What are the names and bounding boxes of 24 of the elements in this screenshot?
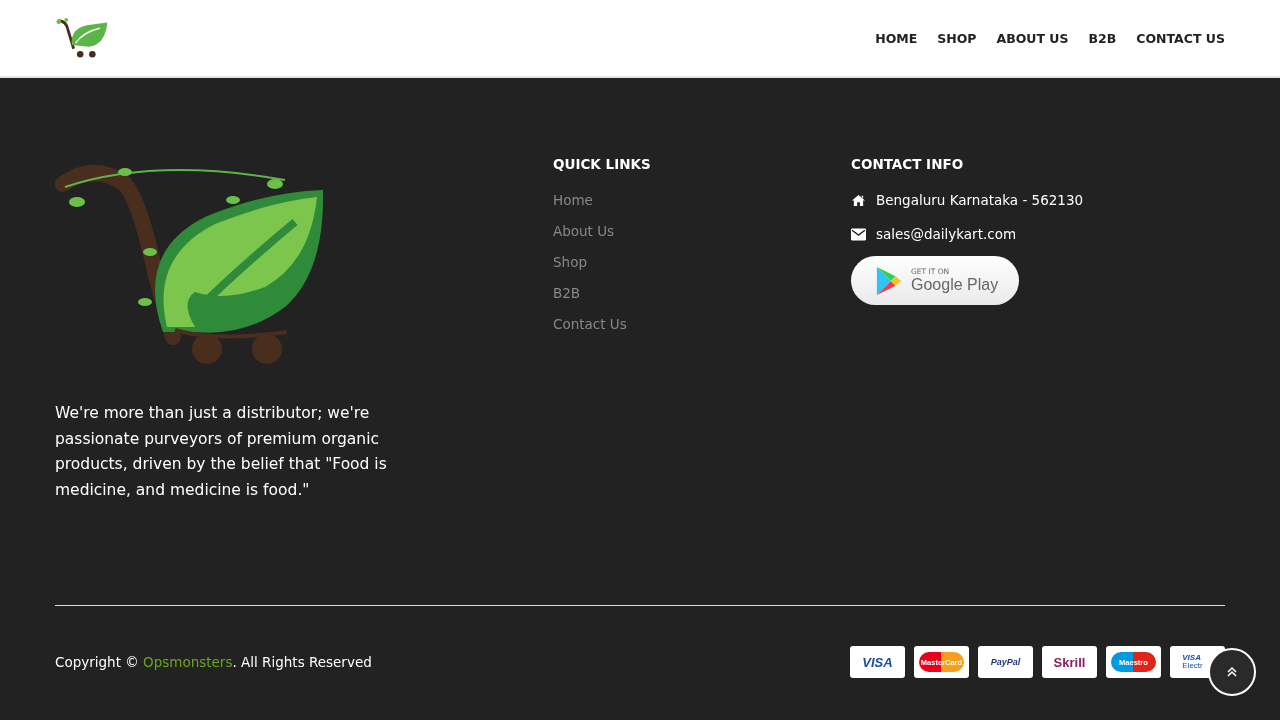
footer-link[interactable]: B2B bbox=[553, 285, 581, 301]
scroll-top-button[interactable] bbox=[1208, 648, 1256, 696]
email-text: sales@dailykart.com bbox=[876, 226, 1017, 242]
nav-link[interactable]: ABOUT US bbox=[996, 30, 1069, 46]
nav-link[interactable]: SHOP bbox=[937, 30, 977, 46]
payment-card: PayPal bbox=[978, 646, 1033, 678]
nav-link[interactable]: CONTACT US bbox=[1136, 30, 1225, 46]
copyright-text: Copyright © Opsmonsters. All Rights Reserved bbox=[55, 654, 372, 670]
home-icon bbox=[851, 193, 866, 207]
footer-link[interactable]: Home bbox=[553, 192, 593, 208]
section-heading: CONTACT INFO bbox=[851, 156, 964, 172]
section-heading: QUICK LINKS bbox=[553, 156, 651, 172]
nav-link[interactable]: HOME bbox=[875, 30, 918, 46]
nav-link[interactable]: B2B bbox=[1088, 30, 1117, 46]
about-text: We're more than just a distributor; we're passionate purveyors of premium organic products, driven by the belief that "Food is medicine, and medicine is food." bbox=[55, 403, 388, 501]
footer-link[interactable]: Shop bbox=[553, 254, 587, 270]
payment-card: VISA bbox=[850, 646, 905, 678]
address-text: Bengaluru Karnataka - 562130 bbox=[876, 192, 1084, 208]
footer-link[interactable]: Contact Us bbox=[553, 316, 627, 332]
footer-link[interactable]: About Us bbox=[553, 223, 615, 239]
envelope-icon bbox=[851, 227, 866, 241]
payment-card: Skrill bbox=[1042, 646, 1097, 678]
company-link[interactable]: Opsmonsters bbox=[143, 654, 233, 670]
chevrons-up-icon bbox=[1226, 666, 1238, 678]
